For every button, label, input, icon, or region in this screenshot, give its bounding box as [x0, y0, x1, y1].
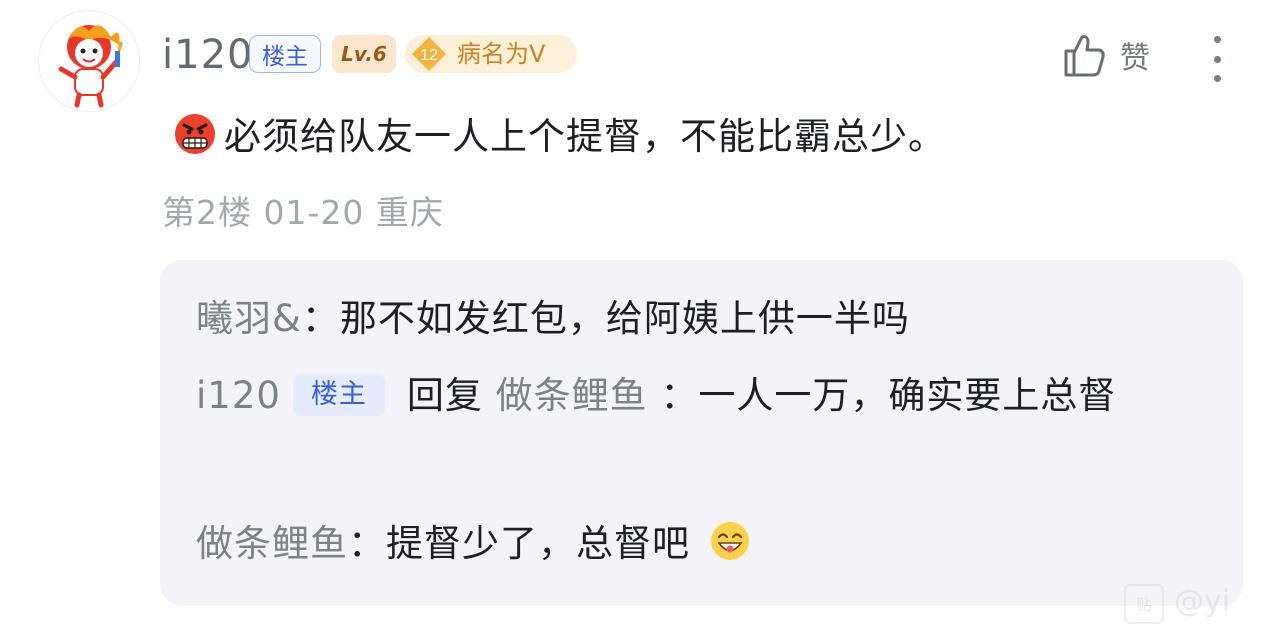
- thumbs-up-icon: [1064, 35, 1105, 77]
- fan-level-number: 12: [420, 47, 438, 64]
- post-location: 重庆: [375, 193, 444, 232]
- fan-level-icon: 12: [412, 37, 446, 71]
- reply-text: 提督少了，总督吧: [386, 522, 690, 565]
- avatar[interactable]: [38, 10, 140, 112]
- post-content: 必须给队友一人上个提督，不能比霸总少。: [172, 110, 946, 158]
- level-badge: Lv.6: [332, 35, 396, 73]
- reply-list[interactable]: 曦羽&：那不如发红包，给阿姨上供一半吗 i120 楼主 回复 做条鲤鱼 ：一人一万，…: [160, 260, 1243, 606]
- vertical-ellipsis-icon: [1213, 36, 1221, 43]
- like-label: 赞: [1120, 41, 1150, 76]
- op-badge: 楼主: [292, 373, 385, 416]
- reply-to-username[interactable]: 做条鲤鱼: [496, 374, 648, 417]
- floor-number: 第2楼: [162, 193, 252, 232]
- post-text: 必须给队友一人上个提督，不能比霸总少。: [224, 115, 946, 158]
- fan-badge[interactable]: 12 病名为V: [405, 35, 577, 73]
- laughing-face-emoji-icon: [710, 522, 749, 560]
- reply-text: ：一人一万，确实要上总督: [660, 374, 1117, 417]
- reply-username[interactable]: 做条鲤鱼: [196, 522, 348, 565]
- reply-item[interactable]: 做条鲤鱼：提督少了，总督吧: [196, 520, 751, 568]
- watermark-text: @yi: [1174, 584, 1231, 619]
- username[interactable]: i120: [162, 31, 253, 79]
- more-menu-button[interactable]: [1200, 36, 1234, 82]
- reply-text: 那不如发红包，给阿姨上供一半吗: [339, 297, 910, 340]
- angry-face-emoji-icon: [175, 114, 215, 154]
- reply-separator: ：: [301, 297, 340, 340]
- reply-word: 回复: [406, 374, 483, 417]
- reply-separator: ：: [348, 522, 386, 565]
- watermark: 贴 @yi: [1120, 580, 1280, 636]
- ellipsis-dot: [1213, 75, 1221, 82]
- post-meta: 第2楼 01-20 重庆: [162, 186, 444, 234]
- post-date: 01-20: [263, 193, 365, 232]
- reply-username[interactable]: i120: [196, 374, 281, 417]
- fan-title: 病名为V: [457, 40, 546, 68]
- op-badge: 楼主: [249, 35, 321, 73]
- like-button[interactable]: 赞: [1060, 30, 1150, 80]
- ellipsis-dot: [1213, 55, 1221, 63]
- reply-username[interactable]: 曦羽&: [196, 297, 302, 340]
- reply-item[interactable]: i120 楼主 回复 做条鲤鱼 ：一人一万，确实要上总督: [196, 372, 1206, 420]
- app-logo-icon: 贴: [1124, 584, 1164, 624]
- reply-item[interactable]: 曦羽&：那不如发红包，给阿姨上供一半吗: [196, 295, 910, 343]
